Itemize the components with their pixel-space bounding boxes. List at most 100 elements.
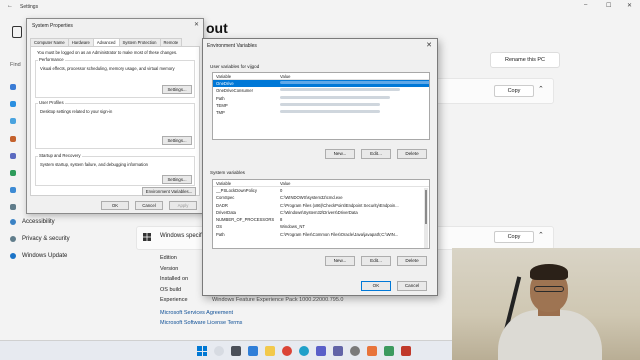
dialog-title: Environment Variables	[207, 43, 257, 49]
cancel-button[interactable]: Cancel	[135, 201, 163, 210]
var-value: 8	[280, 217, 283, 223]
find-setting-input[interactable]: Find	[10, 62, 21, 68]
startup-settings-button[interactable]: Settings...	[162, 175, 192, 184]
teams-icon[interactable]	[333, 346, 343, 356]
chrome-icon[interactable]	[282, 346, 292, 356]
system-var-row[interactable]: NUMBER_OF_PROCESSORS 8	[213, 216, 429, 223]
personalization-icon[interactable]	[10, 136, 16, 142]
system-icon[interactable]	[10, 84, 16, 90]
bluetooth-icon[interactable]	[10, 101, 16, 107]
system-var-row[interactable]: ComSpec C:\WINDOWS\system32\cmd.exe	[213, 194, 429, 201]
settings-icon[interactable]	[350, 346, 360, 356]
user-profiles-settings-button[interactable]: Settings...	[162, 136, 192, 145]
column-header-value[interactable]: Value	[280, 181, 290, 186]
performance-group: Performance Visual effects, processor sc…	[35, 57, 195, 98]
edge-icon[interactable]	[299, 346, 309, 356]
tab-advanced[interactable]: Advanced	[92, 38, 120, 46]
apply-button[interactable]: Apply	[169, 201, 197, 210]
rename-pc-button[interactable]: Rename this PC	[490, 52, 560, 68]
sidebar-item-windows-update[interactable]: Windows Update	[10, 253, 67, 259]
admin-note: You must be logged on as an Administrato…	[37, 50, 178, 55]
var-value: C:\WINDOWS\system32\cmd.exe	[280, 195, 343, 201]
var-name: TMP	[216, 110, 225, 116]
tab-system-protection[interactable]: System Protection	[118, 38, 161, 46]
chevron-up-icon[interactable]: ⌃	[538, 85, 544, 93]
maximize-icon[interactable]: ☐	[606, 2, 611, 9]
group-title: Performance	[38, 57, 65, 62]
var-value: Windows_NT	[280, 224, 305, 230]
task-view-icon[interactable]	[231, 346, 241, 356]
copy-windows-specs-button[interactable]: Copy	[494, 231, 534, 243]
taskbar	[0, 340, 452, 360]
chevron-up-icon[interactable]: ⌃	[538, 231, 544, 239]
system-var-row[interactable]: Path C:\Program Files\Common Files\Oracl…	[213, 231, 429, 238]
ok-button[interactable]: OK	[101, 201, 129, 210]
store-icon[interactable]	[316, 346, 326, 356]
system-var-row[interactable]: __PSLockDownPolicy 0	[213, 187, 429, 194]
user-var-row[interactable]: Path	[213, 95, 429, 102]
services-agreement-link[interactable]: Microsoft Services Agreement	[160, 310, 233, 316]
tab-hardware[interactable]: Hardware	[67, 38, 94, 46]
tab-remote[interactable]: Remote	[159, 38, 183, 46]
network-icon[interactable]	[10, 118, 16, 124]
app-icon[interactable]	[367, 346, 377, 356]
user-var-row[interactable]: OneDriveConsumer	[213, 87, 429, 94]
var-value: 0	[280, 188, 283, 193]
ok-button[interactable]: OK	[361, 281, 391, 291]
user-variables-list[interactable]: Variable Value OneDrive OneDriveConsumer…	[212, 72, 430, 140]
system-var-row[interactable]: DriverData C:\Windows\System32\Drivers\D…	[213, 209, 429, 216]
column-header-variable[interactable]: Variable	[216, 74, 231, 79]
cancel-button[interactable]: Cancel	[397, 281, 427, 291]
webcam-overlay	[452, 248, 640, 360]
blurred-value	[280, 102, 380, 106]
system-var-row[interactable]: DADR C:\Program Files (x86)\CheckPoint\E…	[213, 202, 429, 209]
sidebar-item-privacy[interactable]: Privacy & security	[10, 236, 70, 242]
close-icon[interactable]: ✕	[426, 41, 432, 49]
sidebar-item-label: Windows Update	[22, 253, 68, 259]
system-var-row[interactable]: OS Windows_NT	[213, 223, 429, 230]
shield-icon	[10, 236, 16, 242]
var-name: Path	[216, 231, 225, 237]
var-name: DADR	[216, 202, 228, 208]
var-name: DriverData	[216, 209, 237, 215]
var-name: OneDrive	[216, 81, 234, 86]
back-arrow-icon[interactable]: ←	[7, 3, 13, 9]
environment-variables-button[interactable]: Environment Variables...	[142, 187, 196, 196]
var-name: __PSLockDownPolicy	[216, 188, 257, 193]
system-list-scrollbar[interactable]	[424, 188, 428, 248]
user-var-row[interactable]: TEMP	[213, 102, 429, 109]
system-delete-button[interactable]: Delete	[397, 256, 427, 266]
performance-settings-button[interactable]: Settings...	[162, 85, 192, 94]
accounts-icon[interactable]	[10, 170, 16, 176]
column-header-value[interactable]: Value	[280, 74, 290, 79]
widgets-icon[interactable]	[248, 346, 258, 356]
var-name: Path	[216, 95, 225, 101]
apps-icon[interactable]	[10, 153, 16, 159]
search-icon[interactable]	[214, 346, 224, 356]
user-delete-button[interactable]: Delete	[397, 149, 427, 159]
user-edit-button[interactable]: Edit...	[361, 149, 391, 159]
start-icon[interactable]	[197, 346, 207, 356]
file-explorer-icon[interactable]	[265, 346, 275, 356]
tab-computer-name[interactable]: Computer Name	[30, 38, 69, 46]
gaming-icon[interactable]	[10, 204, 16, 210]
scrollbar-thumb[interactable]	[425, 190, 427, 224]
copy-device-specs-button[interactable]: Copy	[494, 85, 534, 97]
group-description: Visual effects, processor scheduling, me…	[40, 66, 175, 71]
column-header-variable[interactable]: Variable	[216, 181, 231, 186]
sidebar-item-accessibility[interactable]: Accessibility	[10, 219, 55, 225]
user-var-row[interactable]: OneDrive	[213, 80, 429, 88]
app-icon[interactable]	[401, 346, 411, 356]
time-language-icon[interactable]	[10, 187, 16, 193]
system-new-button[interactable]: New...	[325, 256, 355, 266]
windows-specs-list: Edition Version Installed on OS build Ex…	[160, 255, 343, 308]
minimize-icon[interactable]: –	[584, 2, 587, 8]
system-edit-button[interactable]: Edit...	[361, 256, 391, 266]
user-var-row[interactable]: TMP	[213, 109, 429, 116]
license-terms-link[interactable]: Microsoft Software License Terms	[160, 320, 242, 326]
close-icon[interactable]: ✕	[194, 21, 199, 28]
system-variables-list[interactable]: Variable Value __PSLockDownPolicy 0 ComS…	[212, 179, 430, 249]
user-new-button[interactable]: New...	[325, 149, 355, 159]
close-icon[interactable]: ✕	[627, 2, 632, 9]
app-icon[interactable]	[384, 346, 394, 356]
